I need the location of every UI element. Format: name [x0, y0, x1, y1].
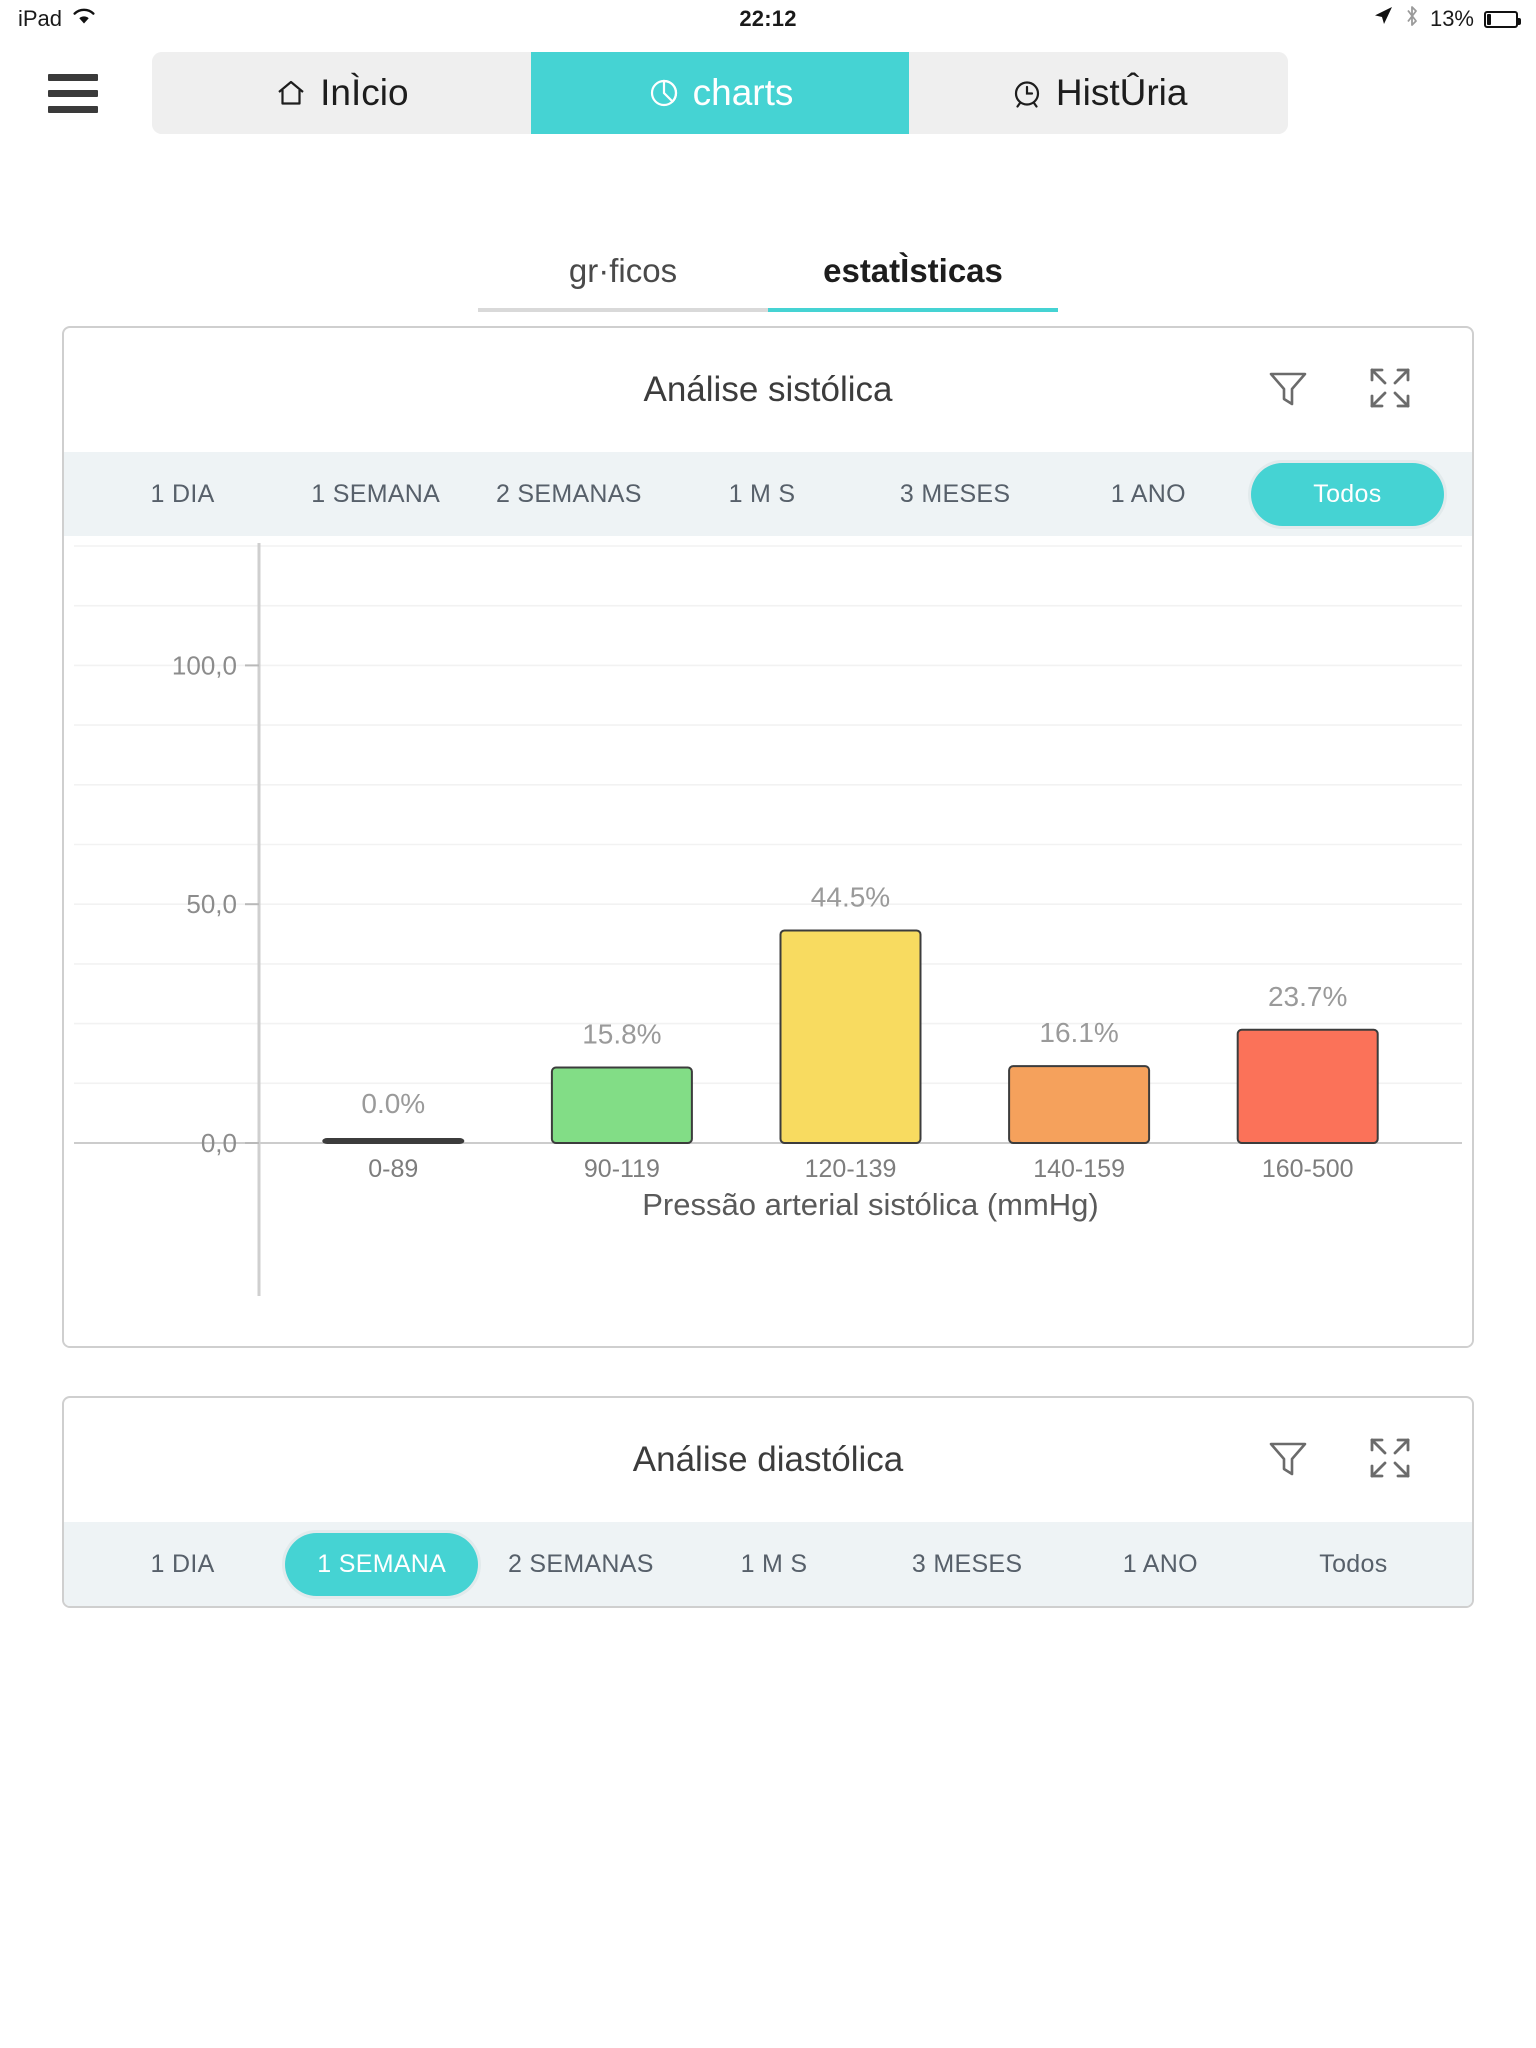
period-3-meses[interactable]: 3 MESES	[859, 480, 1052, 509]
location-arrow-icon	[1372, 5, 1394, 33]
hamburger-menu-icon[interactable]	[48, 73, 98, 113]
alarm-clock-icon	[1010, 76, 1044, 110]
x-axis-tick-label: 0-89	[368, 1155, 418, 1183]
x-axis-tick-label: 120-139	[805, 1155, 897, 1183]
bar-value-label: 44.5%	[811, 881, 890, 912]
systolic-histogram-chart: 0,0 50,0 100,0 0.0% 0-89 15.8% 90-119 44.5% 120-…	[64, 536, 1472, 1346]
period-1-dia[interactable]: 1 DIA	[86, 480, 279, 509]
x-axis-tick-label: 90-119	[584, 1155, 660, 1183]
period-2-semanas[interactable]: 2 SEMANAS	[484, 1550, 677, 1579]
diastolic-card-title: Análise diastólica	[632, 1440, 904, 1479]
period-todos[interactable]: Todos	[1257, 1550, 1450, 1579]
period-todos[interactable]: Todos	[1250, 462, 1444, 526]
y-axis-tick-label: 50,0	[186, 889, 237, 919]
period-1-semana[interactable]: 1 SEMANA	[285, 1532, 479, 1596]
tab-charts[interactable]: charts	[530, 52, 910, 134]
bar-value-label: 23.7%	[1268, 981, 1347, 1012]
tab-historia[interactable]: HistÛria	[909, 52, 1288, 134]
diastolic-analysis-card: Análise diastólica 1 DIA 1 SEMANA 2 SEMA…	[62, 1396, 1474, 1608]
bar-value-label: 16.1%	[1039, 1017, 1118, 1048]
period-2-semanas[interactable]: 2 SEMANAS	[472, 480, 665, 509]
bar-value-label: 0.0%	[361, 1088, 425, 1119]
status-bar-right: 13%	[1372, 4, 1521, 34]
systolic-analysis-card: Análise sistólica 1 DIA 1 SEMANA 2 SEMAN…	[62, 326, 1474, 1348]
main-tab-bar: InÌcio charts HistÛria	[152, 52, 1288, 134]
y-axis-tick-label: 0,0	[201, 1128, 237, 1158]
chart-bar[interactable]	[550, 1066, 693, 1144]
status-bar: iPad 22:12 13%	[0, 0, 1536, 38]
period-3-meses[interactable]: 3 MESES	[871, 1550, 1064, 1579]
period-1-ano[interactable]: 1 ANO	[1052, 480, 1245, 509]
battery-percent-label: 13%	[1429, 6, 1474, 31]
period-1-mes[interactable]: 1 M S	[677, 1550, 870, 1579]
bar-value-label: 15.8%	[582, 1019, 661, 1050]
chart-canvas: 0,0 50,0 100,0 0.0% 0-89 15.8% 90-119 44.5% 120-…	[74, 543, 1462, 1296]
sub-tab-estatisticas[interactable]: estatÌsticas	[768, 252, 1058, 312]
battery-icon	[1484, 10, 1521, 28]
expand-fullscreen-icon[interactable]	[1364, 1432, 1416, 1489]
sub-tab-graficos[interactable]: gr·ficos	[478, 252, 768, 312]
bluetooth-icon	[1404, 4, 1420, 34]
diastolic-card-header: Análise diastólica	[64, 1398, 1472, 1522]
tab-inicio-label: InÌcio	[320, 72, 409, 113]
chart-bar[interactable]	[1008, 1065, 1151, 1144]
tab-inicio[interactable]: InÌcio	[152, 52, 531, 134]
systolic-card-actions	[1264, 362, 1472, 419]
tab-charts-label: charts	[692, 72, 794, 113]
tab-historia-label: HistÛria	[1055, 72, 1188, 113]
chart-bar[interactable]	[322, 1138, 465, 1144]
x-axis-tick-label: 140-159	[1033, 1155, 1125, 1183]
filter-funnel-icon[interactable]	[1264, 364, 1312, 417]
expand-fullscreen-icon[interactable]	[1364, 362, 1416, 419]
systolic-card-title: Análise sistólica	[643, 370, 893, 409]
x-axis-title: Pressão arterial sistólica (mmHg)	[642, 1187, 1099, 1222]
period-1-semana[interactable]: 1 SEMANA	[279, 480, 472, 509]
home-icon	[274, 76, 308, 110]
sub-tab-bar: gr·ficos estatÌsticas	[0, 212, 1536, 312]
top-navigation-bar: InÌcio charts HistÛria	[0, 38, 1536, 148]
x-axis-tick-label: 160-500	[1262, 1155, 1354, 1183]
period-1-mes[interactable]: 1 M S	[665, 480, 858, 509]
period-1-ano[interactable]: 1 ANO	[1064, 1550, 1257, 1579]
diastolic-card-actions	[1264, 1432, 1472, 1489]
y-axis-tick-label: 100,0	[172, 650, 237, 680]
chart-bar[interactable]	[1236, 1028, 1379, 1145]
period-1-dia[interactable]: 1 DIA	[86, 1550, 279, 1579]
systolic-period-selector: 1 DIA 1 SEMANA 2 SEMANAS 1 M S 3 MESES 1…	[64, 452, 1472, 536]
filter-funnel-icon[interactable]	[1264, 1434, 1312, 1487]
pie-chart-icon	[647, 76, 681, 110]
status-bar-clock: 22:12	[739, 6, 797, 31]
systolic-card-header: Análise sistólica	[64, 328, 1472, 452]
diastolic-period-selector: 1 DIA 1 SEMANA 2 SEMANAS 1 M S 3 MESES 1…	[64, 1522, 1472, 1606]
chart-bar[interactable]	[779, 929, 922, 1144]
